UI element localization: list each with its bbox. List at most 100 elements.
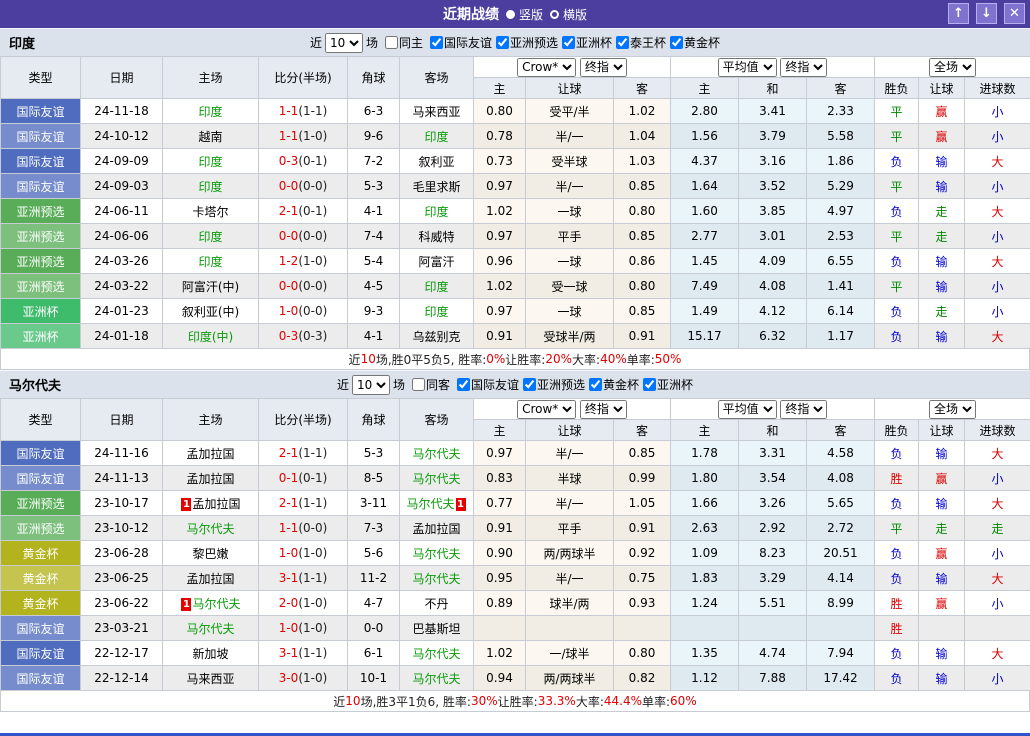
- odds-home: 0.97: [474, 174, 526, 199]
- fulltime-select[interactable]: 全场: [929, 58, 976, 77]
- corner-score: 4-1: [348, 324, 400, 349]
- handicap: 一球: [526, 249, 614, 274]
- final-odds-select-2[interactable]: 终指: [780, 58, 827, 77]
- away-team: 马尔代夫: [400, 641, 474, 666]
- league-filter[interactable]: 黄金杯: [666, 34, 720, 51]
- table-row: 亚洲预选24-03-26印度1-2(1-0)5-4阿富汗0.96一球0.861.…: [1, 249, 1030, 274]
- summary-segment: 单率:: [642, 693, 670, 710]
- league-checkbox[interactable]: [562, 36, 575, 49]
- fulltime-select[interactable]: 全场: [929, 400, 976, 419]
- result-handicap: 输: [919, 491, 965, 516]
- odds-away: 0.91: [614, 324, 671, 349]
- avg-home: 2.63: [671, 516, 739, 541]
- home-team: 1孟加拉国: [163, 491, 259, 516]
- league-checkbox[interactable]: [670, 36, 683, 49]
- sub-header-home-odds: 主: [474, 420, 526, 441]
- result-handicap: 输: [919, 274, 965, 299]
- col-header-date: 日期: [81, 57, 163, 99]
- col-header-away: 客场: [400, 399, 474, 441]
- match-count-select[interactable]: 10: [352, 375, 390, 395]
- league-filter[interactable]: 亚洲预选: [492, 34, 558, 51]
- league-filter[interactable]: 国际友谊: [426, 34, 492, 51]
- scroll-up-button[interactable]: ↑: [948, 3, 969, 24]
- close-button[interactable]: ✕: [1004, 3, 1025, 24]
- layout-option-horizontal[interactable]: 横版: [550, 6, 587, 23]
- avg-home: 1.80: [671, 466, 739, 491]
- result-wdl: 胜: [875, 616, 919, 641]
- league-label: 黄金杯: [603, 376, 639, 393]
- handicap: 一球: [526, 199, 614, 224]
- away-team-name: 科威特: [418, 230, 454, 244]
- home-team-name: 马尔代夫: [186, 622, 234, 636]
- result-wdl: 胜: [875, 466, 919, 491]
- sub-header-avg-draw: 和: [739, 420, 807, 441]
- table-row: 黄金杯23-06-28黎巴嫩1-0(1-0)5-6马尔代夫0.90两/两球半0.…: [1, 541, 1030, 566]
- result-goals: 走: [965, 516, 1030, 541]
- odds-away: 0.85: [614, 224, 671, 249]
- same-venue-checkbox[interactable]: [385, 36, 398, 49]
- league-filter[interactable]: 黄金杯: [585, 376, 639, 393]
- final-odds-select[interactable]: 终指: [580, 58, 627, 77]
- league-checkbox[interactable]: [496, 36, 509, 49]
- home-team-name: 印度: [198, 105, 222, 119]
- handicap: 半球: [526, 466, 614, 491]
- score-cell: 0-3(0-3): [259, 324, 348, 349]
- avg-away: 5.65: [807, 491, 875, 516]
- fulltime-group-header: 全场: [875, 399, 1030, 420]
- result-goals: 小: [965, 99, 1030, 124]
- home-team-name: 孟加拉国: [186, 572, 234, 586]
- final-odds-select-2[interactable]: 终指: [780, 400, 827, 419]
- result-handicap: 输: [919, 174, 965, 199]
- league-checkbox[interactable]: [643, 378, 656, 391]
- result-handicap: 走: [919, 224, 965, 249]
- same-venue-filter[interactable]: 同客: [408, 376, 450, 393]
- col-header-away: 客场: [400, 57, 474, 99]
- score-cell: 1-0(1-0): [259, 541, 348, 566]
- home-team-name: 阿富汗(中): [182, 280, 239, 294]
- avg-away: 6.55: [807, 249, 875, 274]
- league-filter[interactable]: 国际友谊: [453, 376, 519, 393]
- league-checkbox[interactable]: [589, 378, 602, 391]
- league-filter[interactable]: 亚洲预选: [519, 376, 585, 393]
- radio-unselected-icon[interactable]: [550, 10, 559, 19]
- odds-company-select[interactable]: Crow*: [517, 400, 576, 419]
- same-venue-filter[interactable]: 同主: [381, 34, 423, 51]
- score-cell: 1-0(0-0): [259, 299, 348, 324]
- scroll-down-button[interactable]: ↓: [976, 3, 997, 24]
- final-odds-select[interactable]: 终指: [580, 400, 627, 419]
- avg-away: 2.72: [807, 516, 875, 541]
- average-group-header: 平均值 终指: [671, 399, 875, 420]
- league-filter[interactable]: 亚洲杯: [639, 376, 693, 393]
- handicap: 平手: [526, 516, 614, 541]
- sub-header-result-wdl: 胜负: [875, 420, 919, 441]
- radio-selected-icon[interactable]: [506, 10, 515, 19]
- league-filter[interactable]: 亚洲杯: [558, 34, 612, 51]
- score-cell: 1-1(1-0): [259, 124, 348, 149]
- match-type-badge: 黄金杯: [1, 566, 81, 591]
- away-team-name: 叙利亚: [418, 155, 454, 169]
- odds-company-select[interactable]: Crow*: [517, 58, 576, 77]
- filter-near-label: 近: [310, 34, 322, 51]
- result-wdl: 负: [875, 566, 919, 591]
- away-team: 阿富汗: [400, 249, 474, 274]
- halftime-score: (1-0): [298, 129, 327, 143]
- table-row: 亚洲预选24-06-06印度0-0(0-0)7-4科威特0.97平手0.852.…: [1, 224, 1030, 249]
- match-type-badge: 亚洲预选: [1, 249, 81, 274]
- score-cell: 1-2(1-0): [259, 249, 348, 274]
- result-handicap: 走: [919, 199, 965, 224]
- league-filter[interactable]: 泰王杯: [612, 34, 666, 51]
- match-count-select[interactable]: 10: [325, 33, 363, 53]
- fulltime-score: 0-0: [279, 229, 299, 243]
- average-select[interactable]: 平均值: [718, 58, 777, 77]
- league-checkbox[interactable]: [616, 36, 629, 49]
- same-venue-checkbox[interactable]: [412, 378, 425, 391]
- league-checkbox[interactable]: [430, 36, 443, 49]
- halftime-score: (0-0): [298, 521, 327, 535]
- match-date: 23-03-21: [81, 616, 163, 641]
- average-select[interactable]: 平均值: [718, 400, 777, 419]
- league-checkbox[interactable]: [523, 378, 536, 391]
- match-date: 23-06-25: [81, 566, 163, 591]
- league-checkbox[interactable]: [457, 378, 470, 391]
- odds-away: 1.04: [614, 124, 671, 149]
- layout-option-vertical[interactable]: 竖版: [506, 6, 543, 23]
